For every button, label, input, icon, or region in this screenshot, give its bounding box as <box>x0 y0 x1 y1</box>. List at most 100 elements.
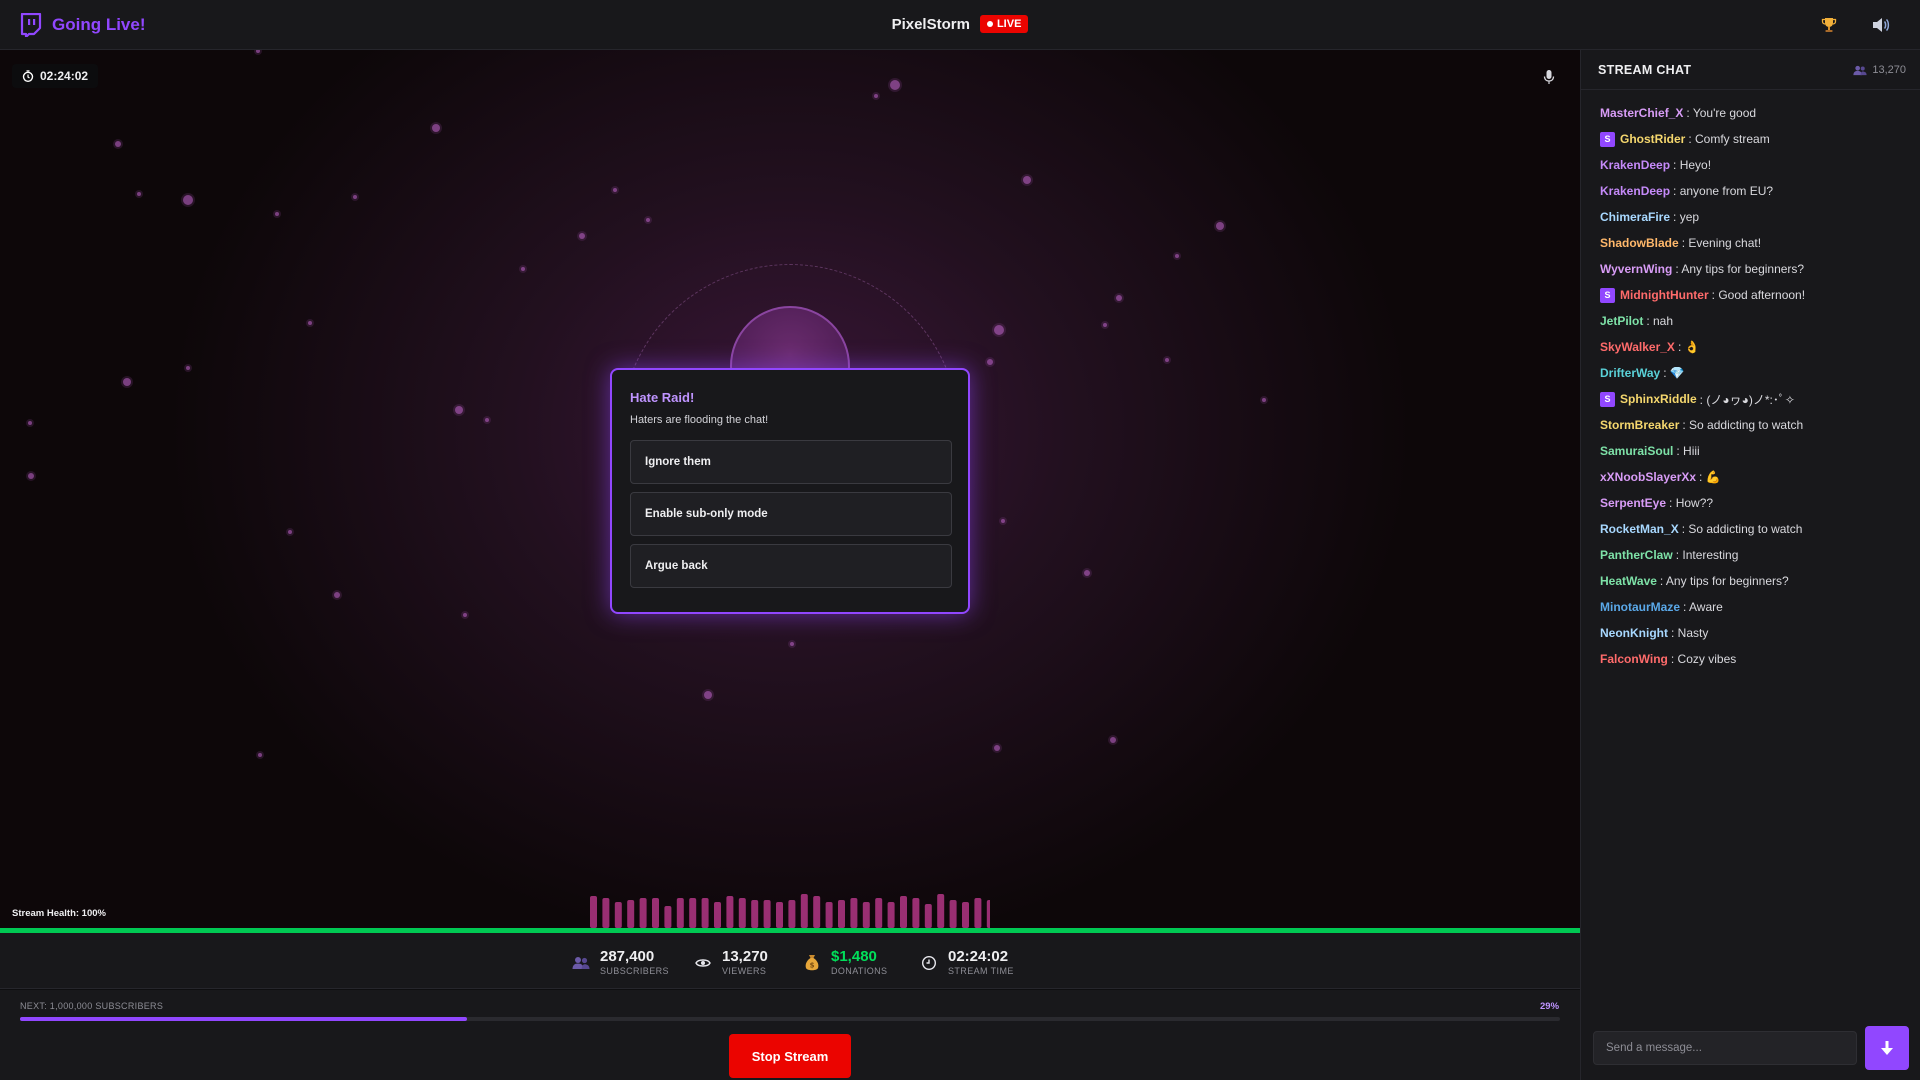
chat-username[interactable]: StormBreaker <box>1600 418 1679 432</box>
eq-bar <box>850 898 858 928</box>
eq-bar <box>701 898 709 928</box>
chat-username[interactable]: DrifterWay <box>1600 366 1660 380</box>
chat-panel: STREAM CHAT 13,270 MasterChief_X: You're… <box>1580 50 1920 1080</box>
chat-message: SkyWalker_X: 👌 <box>1600 334 1910 360</box>
microphone-button[interactable] <box>1538 66 1560 88</box>
particle <box>890 80 900 90</box>
stat-viewers: 13,270 VIEWERS <box>694 949 768 976</box>
chat-message-text: : 👌 <box>1677 340 1700 354</box>
chat-title: STREAM CHAT <box>1598 63 1692 77</box>
subscriber-badge-icon: S <box>1600 391 1615 407</box>
choice-sub-only-button[interactable]: Enable sub-only mode <box>630 492 952 536</box>
stop-stream-button[interactable]: Stop Stream <box>729 1034 851 1078</box>
choice-argue-button[interactable]: Argue back <box>630 544 952 588</box>
eq-bar <box>949 900 957 928</box>
eq-bar <box>763 900 771 928</box>
chat-message: MasterChief_X: You're good <box>1600 100 1910 126</box>
audio-visualizer <box>590 894 990 928</box>
chat-username[interactable]: MasterChief_X <box>1600 106 1683 120</box>
eq-bar <box>788 900 796 928</box>
particle <box>1110 737 1116 743</box>
particle <box>1175 254 1179 258</box>
stream-timer-badge: 02:24:02 <box>12 64 99 88</box>
goal-progress-fill <box>20 1017 467 1021</box>
particle <box>137 192 141 196</box>
subscriber-count: 287,400 <box>600 948 655 965</box>
chat-username[interactable]: SerpentEye <box>1600 496 1666 510</box>
chat-username[interactable]: MinotaurMaze <box>1600 600 1680 614</box>
app-logo[interactable]: Going Live! <box>20 13 146 37</box>
chat-message: ShadowBlade: Evening chat! <box>1600 230 1910 256</box>
chat-message-text: : (ノ◕ヮ◕)ノ*:･ﾟ✧ <box>1699 392 1795 407</box>
chat-message-input[interactable] <box>1593 1031 1857 1065</box>
chat-username[interactable]: KrakenDeep <box>1600 158 1670 172</box>
eq-bar <box>986 900 990 928</box>
dialog-subtitle: Haters are flooding the chat! <box>630 414 769 426</box>
donation-amount: $1,480 <box>831 948 877 965</box>
chat-username[interactable]: SamuraiSoul <box>1600 444 1673 458</box>
eq-bar <box>924 904 932 928</box>
chat-message-list: MasterChief_X: You're good S GhostRider: C… <box>1600 100 1910 672</box>
particle <box>123 378 131 386</box>
eq-bar <box>862 902 870 928</box>
chat-username[interactable]: MidnightHunter <box>1620 288 1709 302</box>
chat-username[interactable]: FalconWing <box>1600 652 1668 666</box>
particle <box>790 642 794 646</box>
chat-username[interactable]: NeonKnight <box>1600 626 1668 640</box>
chat-message-text: : yep <box>1673 210 1700 224</box>
eq-bar <box>912 898 920 928</box>
trophy-button[interactable] <box>1818 14 1840 36</box>
chat-username[interactable]: PantherClaw <box>1600 548 1673 562</box>
chat-username[interactable]: RocketMan_X <box>1600 522 1679 536</box>
particle <box>1103 323 1107 327</box>
chat-message: MinotaurMaze: Aware <box>1600 594 1910 620</box>
chat-message: StormBreaker: So addicting to watch <box>1600 412 1910 438</box>
chat-message-text: : 💪 <box>1699 470 1721 484</box>
chat-username[interactable]: GhostRider <box>1620 132 1685 146</box>
microphone-icon <box>1543 70 1555 84</box>
chat-username[interactable]: JetPilot <box>1600 314 1643 328</box>
stat-donations: $ $1,480 DONATIONS <box>803 949 887 976</box>
logo-icon <box>20 13 42 37</box>
eq-bar <box>900 896 907 928</box>
particle <box>455 406 463 414</box>
eq-bar <box>639 898 647 928</box>
eq-bar <box>614 902 622 928</box>
chat-username[interactable]: ShadowBlade <box>1600 236 1679 250</box>
chat-username[interactable]: HeatWave <box>1600 574 1657 588</box>
chat-username[interactable]: ChimeraFire <box>1600 210 1670 224</box>
particle <box>485 418 489 422</box>
particle <box>613 188 617 192</box>
send-message-button[interactable] <box>1865 1026 1909 1070</box>
chat-username[interactable]: xXNoobSlayerXx <box>1600 470 1696 484</box>
volume-button[interactable] <box>1870 14 1892 36</box>
chat-message-text: : You're good <box>1686 106 1757 120</box>
particle <box>275 212 279 216</box>
choice-ignore-button[interactable]: Ignore them <box>630 440 952 484</box>
chat-username[interactable]: WyvernWing <box>1600 262 1672 276</box>
streamer-info: PixelStorm LIVE <box>0 15 1920 34</box>
chat-message: FalconWing: Cozy vibes <box>1600 646 1910 672</box>
chat-message-text: : How?? <box>1669 496 1714 510</box>
particle <box>1216 222 1224 230</box>
subscriber-badge-icon: S <box>1600 287 1615 303</box>
chat-username[interactable]: SkyWalker_X <box>1600 340 1675 354</box>
chat-message: JetPilot: nah <box>1600 308 1910 334</box>
chat-viewer-count: 13,270 <box>1853 64 1906 76</box>
hate-raid-dialog: Hate Raid! Haters are flooding the chat!… <box>610 368 970 614</box>
chat-username[interactable]: SphinxRiddle <box>1620 392 1697 406</box>
eq-bar <box>813 896 821 928</box>
app-title: Going Live! <box>52 15 146 34</box>
particle <box>1116 295 1122 301</box>
chat-message-text: : nah <box>1646 314 1674 328</box>
chat-message-text: : So addicting to watch <box>1682 418 1804 432</box>
particle <box>646 218 650 222</box>
particle <box>258 753 262 757</box>
particle <box>186 366 190 370</box>
eq-bar <box>875 898 883 928</box>
live-badge: LIVE <box>979 15 1029 33</box>
chat-message-text: : Nasty <box>1671 626 1709 640</box>
particle <box>1001 519 1005 523</box>
chat-message-text: : Evening chat! <box>1681 236 1762 250</box>
chat-username[interactable]: KrakenDeep <box>1600 184 1670 198</box>
